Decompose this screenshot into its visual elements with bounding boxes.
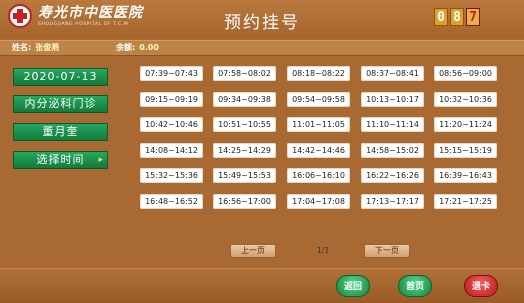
time-slot-button[interactable]: 11:10~11:14 [361, 117, 424, 132]
patient-name: 姓名: 张俊燕 [12, 42, 59, 54]
name-value: 张俊燕 [35, 43, 60, 52]
time-slot-button[interactable]: 15:32~15:36 [140, 168, 203, 183]
bottom-bar [0, 268, 524, 303]
time-slot-button[interactable]: 16:22~16:26 [361, 168, 424, 183]
time-slot-button[interactable]: 10:13~10:17 [361, 92, 424, 107]
time-slot-button[interactable]: 15:49~15:53 [213, 168, 276, 183]
select-time-button[interactable]: 选择时间 [13, 151, 108, 169]
time-slot-button[interactable]: 08:56~09:00 [434, 66, 497, 81]
back-button[interactable]: 返回 [336, 275, 370, 297]
time-slot-button[interactable]: 08:37~08:41 [361, 66, 424, 81]
time-slot-button[interactable]: 17:13~17:17 [361, 194, 424, 209]
time-slot-button[interactable]: 14:25~14:29 [213, 143, 276, 158]
name-label: 姓名: [12, 43, 32, 52]
time-slot-button[interactable]: 17:04~17:08 [287, 194, 350, 209]
time-slot-button[interactable]: 15:15~15:19 [434, 143, 497, 158]
time-slot-button[interactable]: 11:01~11:05 [287, 117, 350, 132]
time-slot-button[interactable]: 09:54~09:58 [287, 92, 350, 107]
time-slot-button[interactable]: 10:32~10:36 [434, 92, 497, 107]
time-slot-button[interactable]: 14:58~15:02 [361, 143, 424, 158]
countdown-timer: 0 8 7 [434, 8, 482, 26]
time-slot-button[interactable]: 11:20~11:24 [434, 117, 497, 132]
balance-value: 0.00 [139, 43, 159, 52]
balance-label: 余额: [116, 43, 136, 52]
exit-card-button[interactable]: 退卡 [464, 275, 498, 297]
time-slot-button[interactable]: 16:06~16:10 [287, 168, 350, 183]
time-slot-button[interactable]: 09:15~09:19 [140, 92, 203, 107]
header-bar: 寿光市中医医院 SHOUGUANG HOSPITAL OF T.C.M 预约挂号… [0, 0, 524, 38]
counter-digit: 7 [466, 8, 480, 26]
counter-digit: 8 [450, 8, 464, 26]
selected-date-button[interactable]: 2020-07-13 [13, 68, 108, 86]
time-slot-button[interactable]: 10:51~10:55 [213, 117, 276, 132]
account-balance: 余额: 0.00 [116, 42, 159, 54]
time-slot-button[interactable]: 16:48~16:52 [140, 194, 203, 209]
selected-doctor-button[interactable]: 董月奎 [13, 123, 108, 141]
time-slot-button[interactable]: 10:42~10:46 [140, 117, 203, 132]
time-slot-button[interactable]: 07:39~07:43 [140, 66, 203, 81]
time-slot-button[interactable]: 16:39~16:43 [434, 168, 497, 183]
time-slot-button[interactable]: 09:34~09:38 [213, 92, 276, 107]
time-slot-button[interactable]: 08:18~08:22 [287, 66, 350, 81]
page-indicator: 1/1 [316, 246, 330, 255]
home-button[interactable]: 首页 [398, 275, 432, 297]
time-slot-button[interactable]: 14:08~14:12 [140, 143, 203, 158]
next-page-button[interactable]: 下一页 [364, 244, 410, 258]
time-slot-button[interactable]: 14:42~14:46 [287, 143, 350, 158]
selected-department-button[interactable]: 内分泌科门诊 [13, 95, 108, 113]
time-slot-button[interactable]: 17:21~17:25 [434, 194, 497, 209]
time-slot-button[interactable]: 07:58~08:02 [213, 66, 276, 81]
prev-page-button[interactable]: 上一页 [230, 244, 276, 258]
time-slot-button[interactable]: 16:56~17:00 [213, 194, 276, 209]
patient-info-bar: 姓名: 张俊燕 余额: 0.00 [0, 40, 524, 56]
counter-digit: 0 [434, 8, 448, 26]
